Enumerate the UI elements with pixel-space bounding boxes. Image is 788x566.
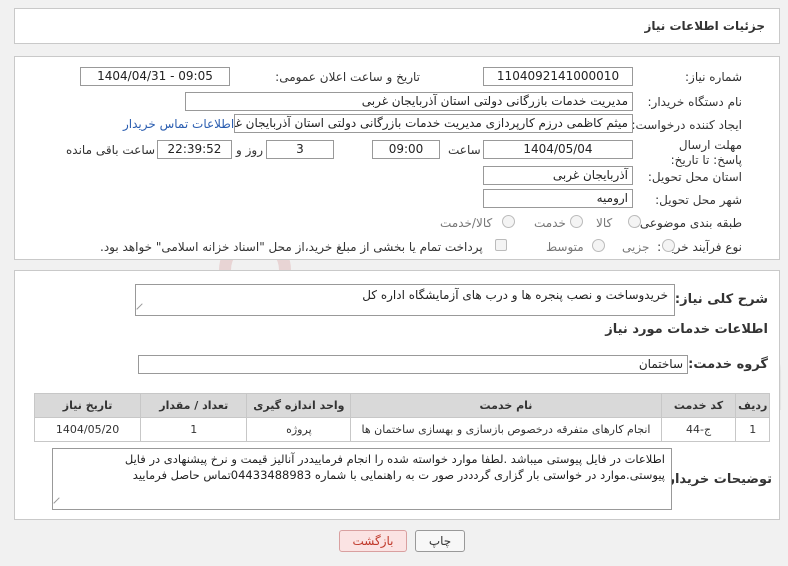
category-option-service: خدمت [534,216,566,230]
remaining-time-label: ساعت باقی مانده [66,143,156,157]
need-number-field[interactable]: 1104092141000010 [483,67,633,86]
buyer-notes-line-1: اطلاعات در فایل پیوستی میباشد .لطفا موار… [124,452,665,466]
buyer-org-label: نام دستگاه خریدار: [647,95,743,109]
cell-date: 1404/05/20 [33,417,142,442]
province-label: استان محل تحویل: [647,170,742,184]
description-text: خریدوساخت و نصب پنجره ها و درب های آزمای… [362,288,668,302]
description-label: شرح کلی نیاز: [674,292,768,307]
page-title: جزئیات اطلاعات نیاز [644,19,765,33]
process-radio-medium[interactable] [592,239,605,252]
city-label: شهر محل تحویل: [655,193,742,207]
category-option-goods: کالا [596,216,613,230]
cell-quantity: 1 [140,417,248,442]
process-option-minor: جزیی [622,240,650,254]
buyer-notes-label: توضیحات خریدار: [662,472,772,487]
buyer-contact-link[interactable]: اطلاعات تماس خریدار [123,117,234,131]
remaining-time-field[interactable]: 22:39:52 [157,140,232,159]
resize-handle-icon[interactable] [136,303,148,315]
process-radio-minor[interactable] [662,239,675,252]
deadline-label: مهلت ارسال پاسخ: تا تاریخ: [670,138,742,167]
process-option-medium: متوسط [546,240,584,254]
col-header-code: کد خدمت [660,393,737,418]
table-row: 1 ج-44 انجام کارهای متفرقه درخصوص بازساز… [33,417,770,442]
col-header-name: نام خدمت [350,393,662,418]
cell-code: ج-44 [660,417,737,442]
page-header: جزئیات اطلاعات نیاز [14,8,780,44]
category-radio-goods[interactable] [628,215,641,228]
services-table: ردیف کد خدمت نام خدمت واحد اندازه گیری ت… [33,393,770,442]
creator-label: ایجاد کننده درخواست: [631,118,742,132]
deadline-date-field[interactable]: 1404/05/04 [483,140,633,159]
days-field[interactable]: 3 [266,140,334,159]
announce-date-label: تاریخ و ساعت اعلان عمومی: [275,70,420,84]
cell-name: انجام کارهای متفرقه درخصوص بازسازی و بهس… [350,417,662,442]
category-option-goods-service: کالا/خدمت [440,216,493,230]
service-group-label: گروه خدمت: [688,357,768,372]
deadline-time-label: ساعت [448,143,481,157]
description-field[interactable]: خریدوساخت و نصب پنجره ها و درب های آزمای… [135,284,675,316]
col-header-row: ردیف [735,393,770,418]
announce-date-field[interactable]: 1404/04/31 - 09:05 [80,67,230,86]
services-table-header: ردیف کد خدمت نام خدمت واحد اندازه گیری ت… [33,393,770,418]
col-header-quantity: تعداد / مقدار [140,393,248,418]
buyer-notes-field[interactable]: اطلاعات در فایل پیوستی میباشد .لطفا موار… [52,448,672,510]
category-radio-service[interactable] [570,215,583,228]
category-radio-goods-service[interactable] [502,215,515,228]
province-field[interactable]: آذربایجان غربی [483,166,633,185]
deadline-time-field[interactable]: 09:00 [372,140,440,159]
category-label: طبقه بندی موضوعی: [635,216,742,230]
back-button[interactable]: بازگشت [339,530,407,552]
need-number-label: شماره نیاز: [685,70,742,84]
city-field[interactable]: ارومیه [483,189,633,208]
treasury-payment-note: پرداخت تمام یا بخشی از مبلغ خرید،از محل … [100,240,483,254]
cell-unit: پروژه [246,417,352,442]
cell-row: 1 [735,417,770,442]
buyer-notes-line-2: پیوستی.موارد در خواستی بار گزاری گردددر … [132,468,665,482]
treasury-payment-checkbox[interactable] [495,239,507,251]
creator-field[interactable]: میثم کاظمی درزم کارپردازی مدیریت خدمات ب… [234,114,633,133]
days-label: روز و [236,143,263,157]
services-section-title: اطلاعات خدمات مورد نیاز [605,322,768,337]
buyer-org-field[interactable]: مدیریت خدمات بازرگانی دولتی استان آذربای… [185,92,633,111]
service-group-field[interactable]: ساختمان [138,355,688,374]
resize-handle-icon[interactable] [53,497,65,509]
print-button[interactable]: چاپ [415,530,465,552]
col-header-unit: واحد اندازه گیری [246,393,352,418]
col-header-date: تاریخ نیاز [33,393,142,418]
